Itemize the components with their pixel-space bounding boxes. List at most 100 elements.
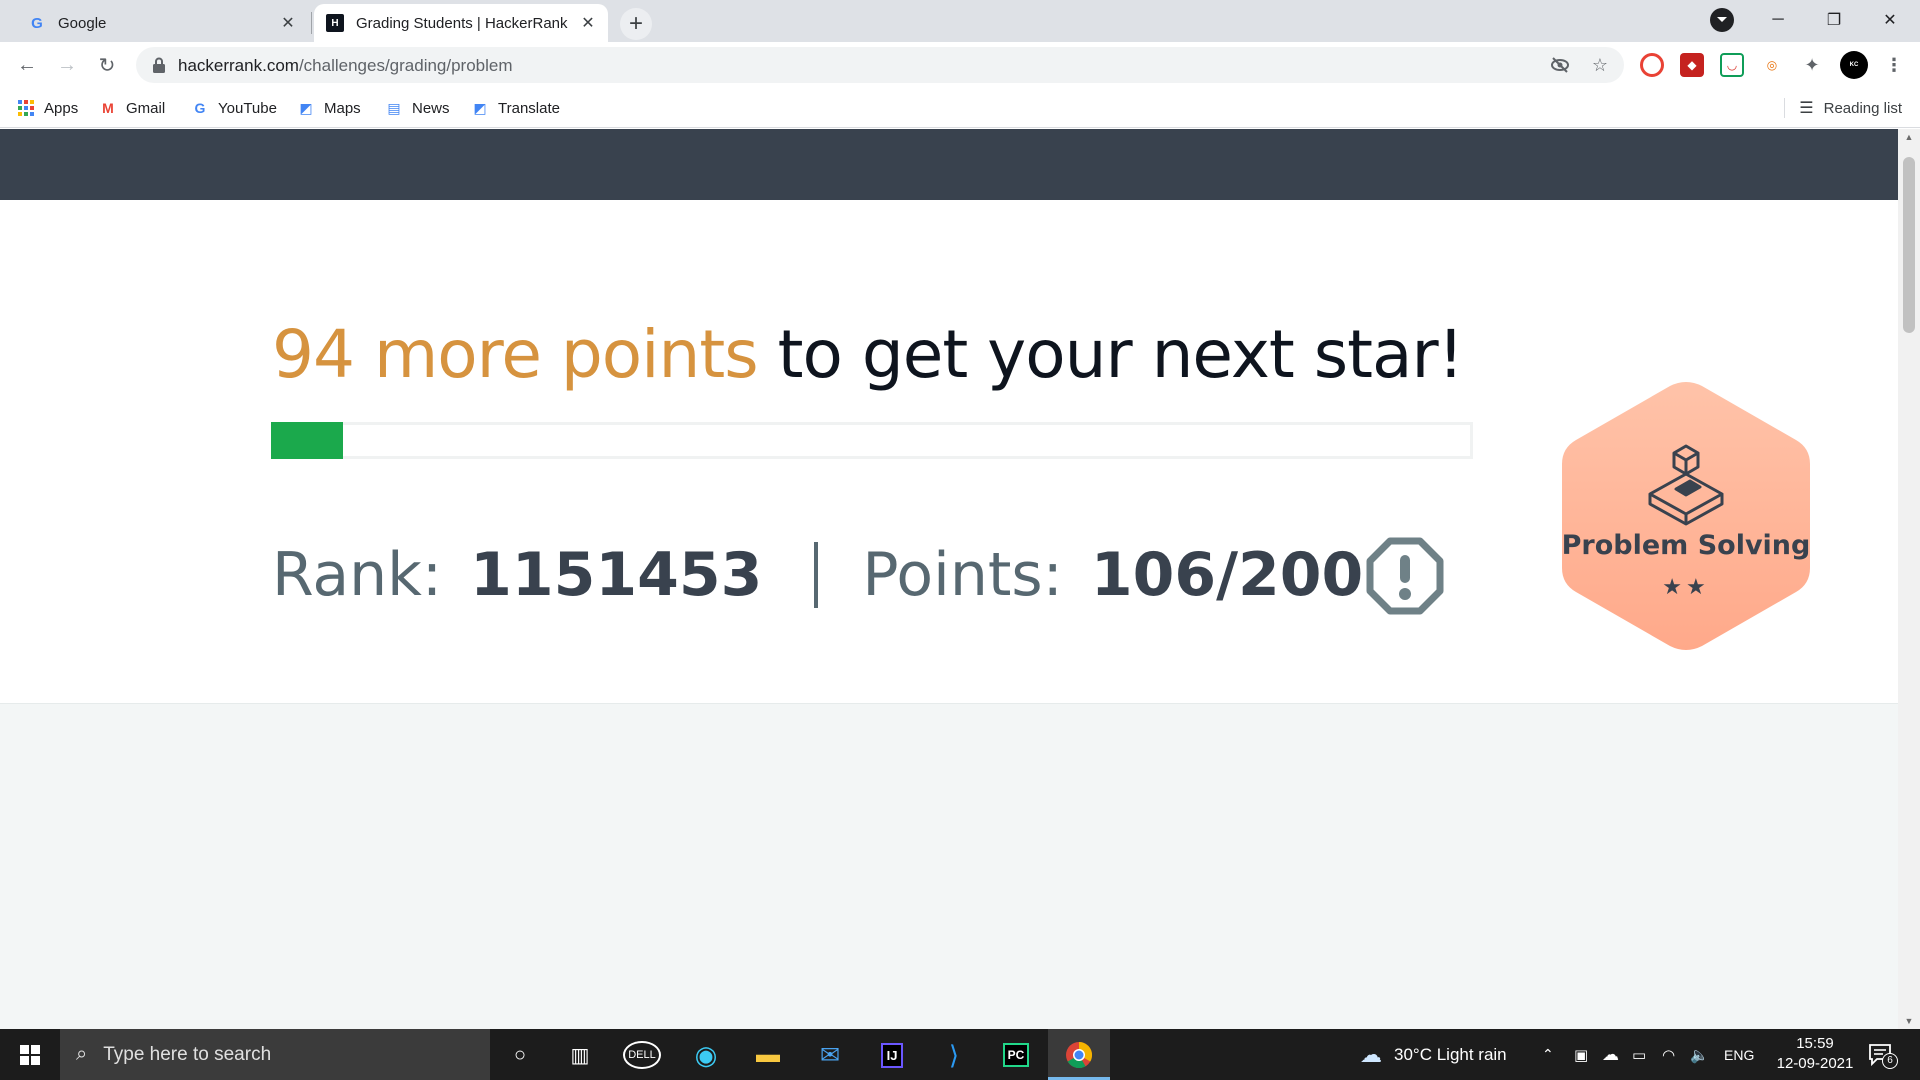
bookmark-label: YouTube xyxy=(218,99,277,117)
progress-card: 94 more points to get your next star! Ra… xyxy=(0,200,1898,704)
rank-points-row: Rank: 1151453 Points: 106/200 xyxy=(272,540,1363,610)
volume-icon[interactable]: 🔈 xyxy=(1690,1029,1709,1080)
notification-count: 6 xyxy=(1882,1053,1898,1069)
scroll-down-arrow-icon[interactable]: ▼ xyxy=(1898,1013,1920,1029)
bookmark-gmail[interactable]: M Gmail xyxy=(100,98,165,118)
extension-owl-icon[interactable]: ◎ xyxy=(1760,53,1784,77)
windows-start-icon[interactable] xyxy=(0,1029,60,1080)
taskbar-clock[interactable]: 15:59 12-09-2021 xyxy=(1768,1034,1862,1074)
lock-icon xyxy=(153,57,165,73)
badge-stars: ★★ xyxy=(1662,574,1710,599)
tray-chevron-icon[interactable]: ⌃ xyxy=(1542,1029,1554,1080)
mail-icon[interactable]: ✉ xyxy=(812,1037,848,1073)
pycharm-icon[interactable]: PC xyxy=(998,1037,1034,1073)
vscode-icon[interactable]: ⟩ xyxy=(936,1037,972,1073)
cortana-icon[interactable]: ○ xyxy=(502,1037,538,1073)
google-icon: G xyxy=(194,100,206,116)
close-icon[interactable]: ✕ xyxy=(576,11,600,35)
task-view-icon[interactable]: ▥ xyxy=(562,1037,598,1073)
divider xyxy=(1784,98,1786,118)
wifi-icon[interactable]: ◠ xyxy=(1662,1029,1675,1080)
next-star-headline: 94 more points to get your next star! xyxy=(272,316,1464,393)
meet-now-icon[interactable]: ▣ xyxy=(1574,1029,1588,1080)
rank-value: 1151453 xyxy=(470,540,763,610)
points-needed: 94 more points xyxy=(272,316,759,393)
star-progress-bar xyxy=(271,422,1473,459)
address-bar[interactable]: hackerrank.com/challenges/grading/proble… xyxy=(136,47,1624,83)
bookmark-star-icon[interactable]: ☆ xyxy=(1588,53,1612,77)
back-arrow-icon[interactable]: ← xyxy=(12,50,42,80)
cloud-rain-icon: ☁ xyxy=(1360,1041,1382,1067)
page-scrollbar[interactable]: ▲ ▼ xyxy=(1898,129,1920,1029)
tab-title: Grading Students | HackerRank xyxy=(356,14,568,32)
clock-date: 12-09-2021 xyxy=(1776,1055,1854,1072)
extension-color-icon[interactable] xyxy=(1640,53,1664,77)
search-icon: ⌕ xyxy=(76,1043,88,1065)
points-label: Points: xyxy=(862,540,1063,610)
reading-list-button[interactable]: ☰ Reading list xyxy=(1784,98,1902,118)
problem-solving-badge[interactable]: Problem Solving ★★ xyxy=(1560,380,1812,652)
tab-strip: G Google ✕ H Grading Students | HackerRa… xyxy=(0,0,1920,42)
bookmark-maps[interactable]: ◩ Maps xyxy=(298,98,361,118)
divider xyxy=(814,542,819,608)
close-icon[interactable]: ✕ xyxy=(276,11,300,35)
url-text: hackerrank.com/challenges/grading/proble… xyxy=(178,56,513,75)
bookmark-label: Maps xyxy=(324,99,361,117)
bookmark-label: Apps xyxy=(44,99,79,117)
progress-fill xyxy=(271,422,343,459)
intellij-icon[interactable]: IJ xyxy=(874,1037,910,1073)
windows-taskbar: ⌕ Type here to search ○ ▥ DELL ◉ ▬ ✉ IJ … xyxy=(0,1029,1920,1080)
notification-center-icon[interactable]: 6 xyxy=(1866,1041,1898,1069)
headline-rest: to get your next star! xyxy=(757,316,1464,393)
file-explorer-icon[interactable]: ▬ xyxy=(750,1037,786,1073)
hackerrank-header xyxy=(0,129,1898,200)
clock-time: 15:59 xyxy=(1796,1035,1834,1052)
restore-button[interactable]: ❐ xyxy=(1806,0,1862,40)
badge-label: Problem Solving xyxy=(1561,530,1811,561)
hexagon-badge-shape xyxy=(1562,382,1810,650)
dell-icon[interactable]: DELL xyxy=(623,1037,661,1073)
tab-title: Google xyxy=(58,14,107,32)
weather-text: 30°C Light rain xyxy=(1394,1044,1507,1064)
bookmark-news[interactable]: ▤ News xyxy=(386,98,450,118)
alert-octagon-icon[interactable] xyxy=(1366,537,1444,615)
bookmark-label: Translate xyxy=(498,99,560,117)
profile-avatar[interactable]: KC xyxy=(1840,51,1868,79)
eye-slash-icon[interactable] xyxy=(1548,53,1572,77)
chrome-icon[interactable] xyxy=(1061,1037,1097,1073)
reading-list-icon: ☰ xyxy=(1799,100,1814,117)
battery-icon[interactable]: ▭ xyxy=(1632,1029,1646,1080)
points-value: 106/200 xyxy=(1090,540,1364,610)
onedrive-icon[interactable]: ☁ xyxy=(1602,1029,1619,1080)
bookmarks-bar: Apps M Gmail G YouTube ◩ Maps ▤ News ◩ T… xyxy=(0,88,1920,128)
extensions-puzzle-icon[interactable]: ✦ xyxy=(1800,53,1824,77)
rank-label: Rank: xyxy=(272,540,443,610)
scroll-up-arrow-icon[interactable]: ▲ xyxy=(1898,129,1920,145)
forward-arrow-icon[interactable]: → xyxy=(52,50,82,80)
kebab-menu-icon[interactable]: ⋮ xyxy=(1882,53,1906,77)
taskbar-search-box[interactable]: ⌕ Type here to search xyxy=(60,1029,490,1080)
tab-google[interactable]: G Google ✕ xyxy=(16,4,308,42)
bookmark-label: Gmail xyxy=(126,99,166,117)
hackerrank-icon: H xyxy=(326,14,344,32)
bookmark-youtube[interactable]: G YouTube xyxy=(192,98,277,118)
bookmark-label: News xyxy=(412,99,450,117)
weather-widget[interactable]: ☁ 30°C Light rain xyxy=(1360,1029,1507,1080)
reload-icon[interactable]: ↻ xyxy=(92,50,122,80)
extension-pocket-icon[interactable]: ◡ xyxy=(1720,53,1744,77)
minimize-button[interactable]: ─ xyxy=(1750,0,1806,40)
new-tab-button[interactable]: + xyxy=(620,8,652,40)
bookmark-translate[interactable]: ◩ Translate xyxy=(472,98,560,118)
search-placeholder: Type here to search xyxy=(103,1043,272,1065)
extension-shield-icon[interactable]: ◆ xyxy=(1680,53,1704,77)
browser-toolbar: ← → ↻ hackerrank.com/challenges/grading/… xyxy=(0,42,1920,88)
language-indicator[interactable]: ENG xyxy=(1724,1029,1754,1080)
tab-hackerrank[interactable]: H Grading Students | HackerRank ✕ xyxy=(314,4,608,42)
bookmark-apps[interactable]: Apps xyxy=(18,98,78,118)
edge-icon[interactable]: ◉ xyxy=(688,1037,724,1073)
news-icon: ▤ xyxy=(387,99,401,116)
scrollbar-thumb[interactable] xyxy=(1903,157,1915,333)
tab-search-icon[interactable] xyxy=(1710,8,1734,32)
gmail-icon: M xyxy=(102,100,114,116)
window-close-button[interactable]: ✕ xyxy=(1862,0,1918,40)
